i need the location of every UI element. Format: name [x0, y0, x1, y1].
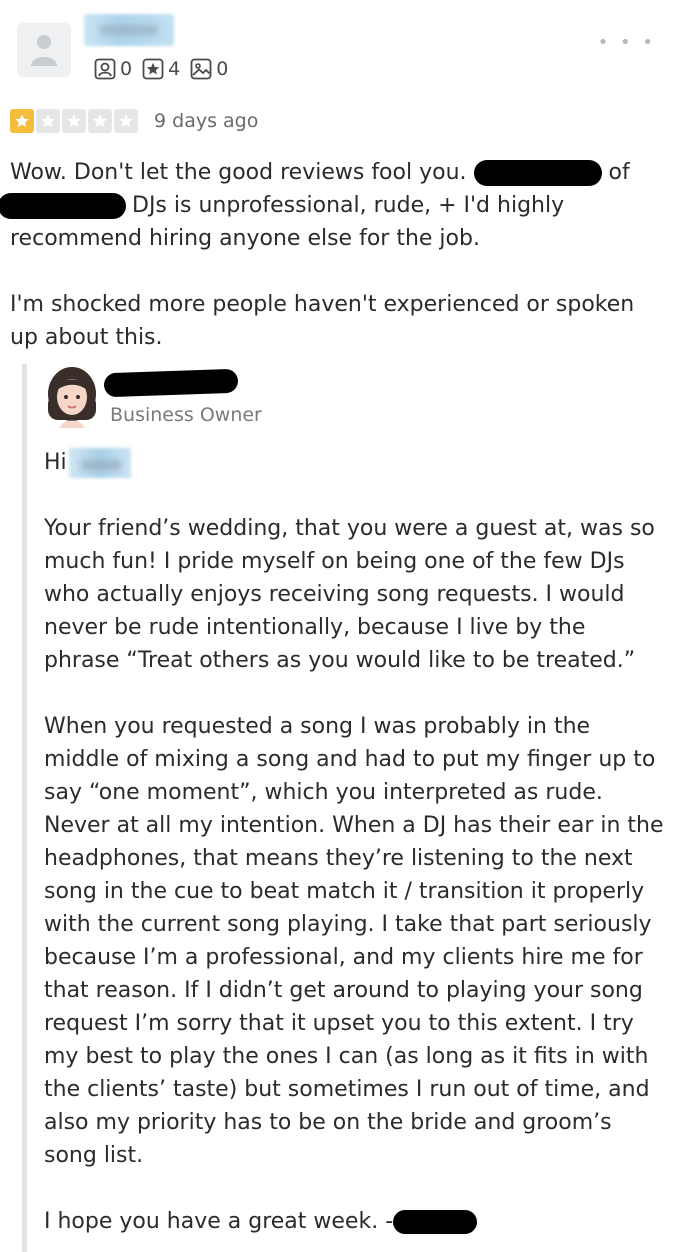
- reply-line: the clients’ taste) but sometimes I run …: [44, 1077, 650, 1102]
- star-icon-empty: [36, 109, 60, 133]
- reply-closing: I hope you have a great week. -: [44, 1205, 684, 1238]
- reply-text: Hi Your friend’s wedding, that you were …: [44, 446, 684, 1238]
- user-avatar-placeholder-icon[interactable]: [17, 23, 71, 77]
- closing-text: I hope you have a great week. -: [44, 1209, 394, 1234]
- star-icon-empty: [114, 109, 138, 133]
- reply-line: When you requested a song I was probably…: [44, 714, 591, 739]
- reply-line: never be rude intentionally, because I l…: [44, 615, 586, 640]
- reply-greeting: Hi: [44, 446, 684, 479]
- review-line-5: up about this.: [10, 325, 163, 350]
- reply-line: that reason. If I didn’t get around to p…: [44, 978, 643, 1003]
- reviewer-stats: 0 4 0: [94, 58, 238, 80]
- photo-icon: [190, 58, 212, 80]
- review-line-4: I'm shocked more people haven't experien…: [10, 292, 635, 317]
- review-line-2: DJs is unprofessional, rude, + I'd highl…: [0, 189, 690, 222]
- owner-reply: Business Owner Hi Your friend’s wedding,…: [22, 364, 692, 1252]
- star-icon-filled: [10, 109, 34, 133]
- reply-line: middle of mixing a song and had to put m…: [44, 747, 656, 772]
- photos-stat: 0: [190, 58, 228, 80]
- reply-line: song list.: [44, 1143, 144, 1168]
- reply-line: phrase “Treat others as you would like t…: [44, 648, 636, 673]
- review-text-segment: Wow. Don't let the good reviews fool you…: [10, 160, 467, 185]
- reply-paragraph-1: Your friend’s wedding, that you were a g…: [44, 512, 684, 677]
- review-text-segment: DJs is unprofessional, rude, + I'd highl…: [132, 193, 565, 218]
- friends-stat: 0: [94, 58, 132, 80]
- reply-line: Never at all my intention. When a DJ has…: [44, 813, 664, 838]
- reviews-count: 4: [168, 58, 181, 80]
- friends-count: 0: [120, 58, 133, 80]
- reply-line: also my priority has to be on the bride …: [44, 1110, 612, 1135]
- reply-paragraph-2: When you requested a song I was probably…: [44, 710, 684, 1172]
- star-icon-empty: [88, 109, 112, 133]
- reply-line: because I’m a professional, and my clien…: [44, 945, 643, 970]
- star-review-icon: [142, 58, 164, 80]
- reply-line: my best to play the ones I can (as long …: [44, 1044, 649, 1069]
- more-options-icon[interactable]: • • •: [598, 32, 656, 53]
- review-line-3: recommend hiring anyone else for the job…: [10, 226, 480, 251]
- greeting-text: Hi: [44, 450, 67, 475]
- redacted-business-name: [473, 160, 602, 186]
- reply-line: much fun! I pride myself on being one of…: [44, 549, 625, 574]
- redacted-owner-name[interactable]: [103, 368, 239, 398]
- review-text-segment: of: [608, 160, 630, 185]
- reply-line: request I’m sorry that it upset you to t…: [44, 1011, 634, 1036]
- reviewer-name-blurred: [68, 448, 131, 478]
- photos-count: 0: [216, 58, 229, 80]
- star-icon-empty: [62, 109, 86, 133]
- reviewer-header: 0 4 0 • • •: [0, 0, 700, 100]
- reviewer-name-blurred[interactable]: [84, 14, 174, 46]
- redacted-business-name: [0, 193, 126, 219]
- reply-line: who actually enjoys receiving song reque…: [44, 582, 625, 607]
- star-rating: 9 days ago: [10, 109, 258, 133]
- review-date: 9 days ago: [154, 110, 259, 132]
- reply-line: say “one moment”, which you interpreted …: [44, 780, 603, 805]
- friends-icon: [94, 58, 116, 80]
- reply-divider: [22, 364, 27, 1252]
- owner-role-label: Business Owner: [110, 404, 262, 426]
- reply-line: song in the cue to beat match it / trans…: [44, 879, 645, 904]
- review-text: Wow. Don't let the good reviews fool you…: [0, 156, 690, 354]
- redacted-signature: [393, 1210, 478, 1234]
- owner-avatar[interactable]: [40, 364, 104, 428]
- reviews-stat: 4: [142, 58, 180, 80]
- review-line-1: Wow. Don't let the good reviews fool you…: [10, 156, 690, 189]
- reply-line: Your friend’s wedding, that you were a g…: [44, 516, 655, 541]
- reply-line: with the current song playing. I take th…: [44, 912, 652, 937]
- reply-line: headphones, that means they’re listening…: [44, 846, 633, 871]
